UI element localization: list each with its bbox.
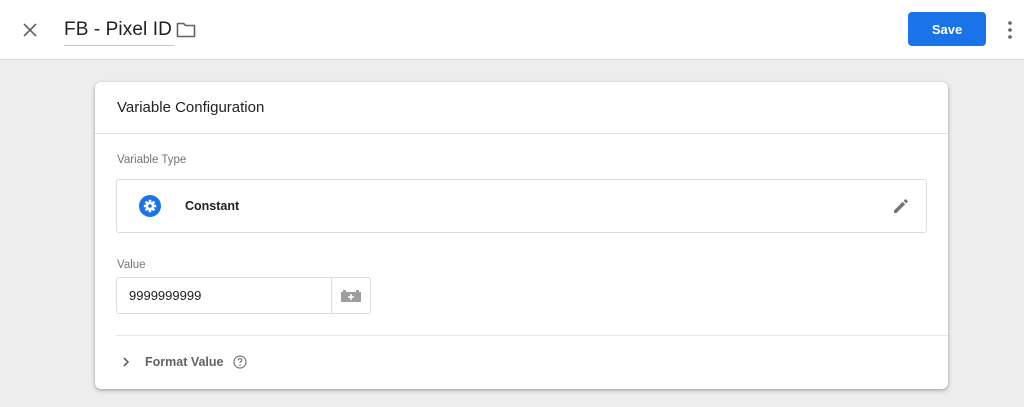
close-icon[interactable] <box>19 19 41 41</box>
format-value-toggle[interactable]: Format Value <box>121 352 247 372</box>
page-title[interactable]: FB - Pixel ID <box>64 19 172 40</box>
variable-type-selector[interactable]: Constant <box>116 179 927 233</box>
top-bar: FB - Pixel ID Save <box>0 0 1024 60</box>
card-title: Variable Configuration <box>117 99 265 116</box>
pencil-icon[interactable] <box>891 196 911 216</box>
card-header: Variable Configuration <box>95 82 948 134</box>
value-label: Value <box>117 259 146 271</box>
variable-type-label: Variable Type <box>117 154 187 166</box>
divider <box>116 335 948 336</box>
help-icon[interactable] <box>232 355 247 369</box>
variable-type-name: Constant <box>185 199 240 213</box>
title-field[interactable]: FB - Pixel ID <box>64 16 174 46</box>
chevron-right-icon <box>123 357 130 367</box>
folder-icon[interactable] <box>176 21 196 39</box>
save-button[interactable]: Save <box>908 12 986 46</box>
add-variable-icon <box>341 289 361 302</box>
more-vert-icon[interactable] <box>1003 18 1017 42</box>
variable-configuration-card: Variable Configuration Variable Type Con… <box>95 82 948 389</box>
gear-icon <box>139 195 161 217</box>
value-input[interactable] <box>116 277 332 314</box>
insert-variable-button[interactable] <box>331 277 371 314</box>
format-value-label: Format Value <box>145 355 224 369</box>
